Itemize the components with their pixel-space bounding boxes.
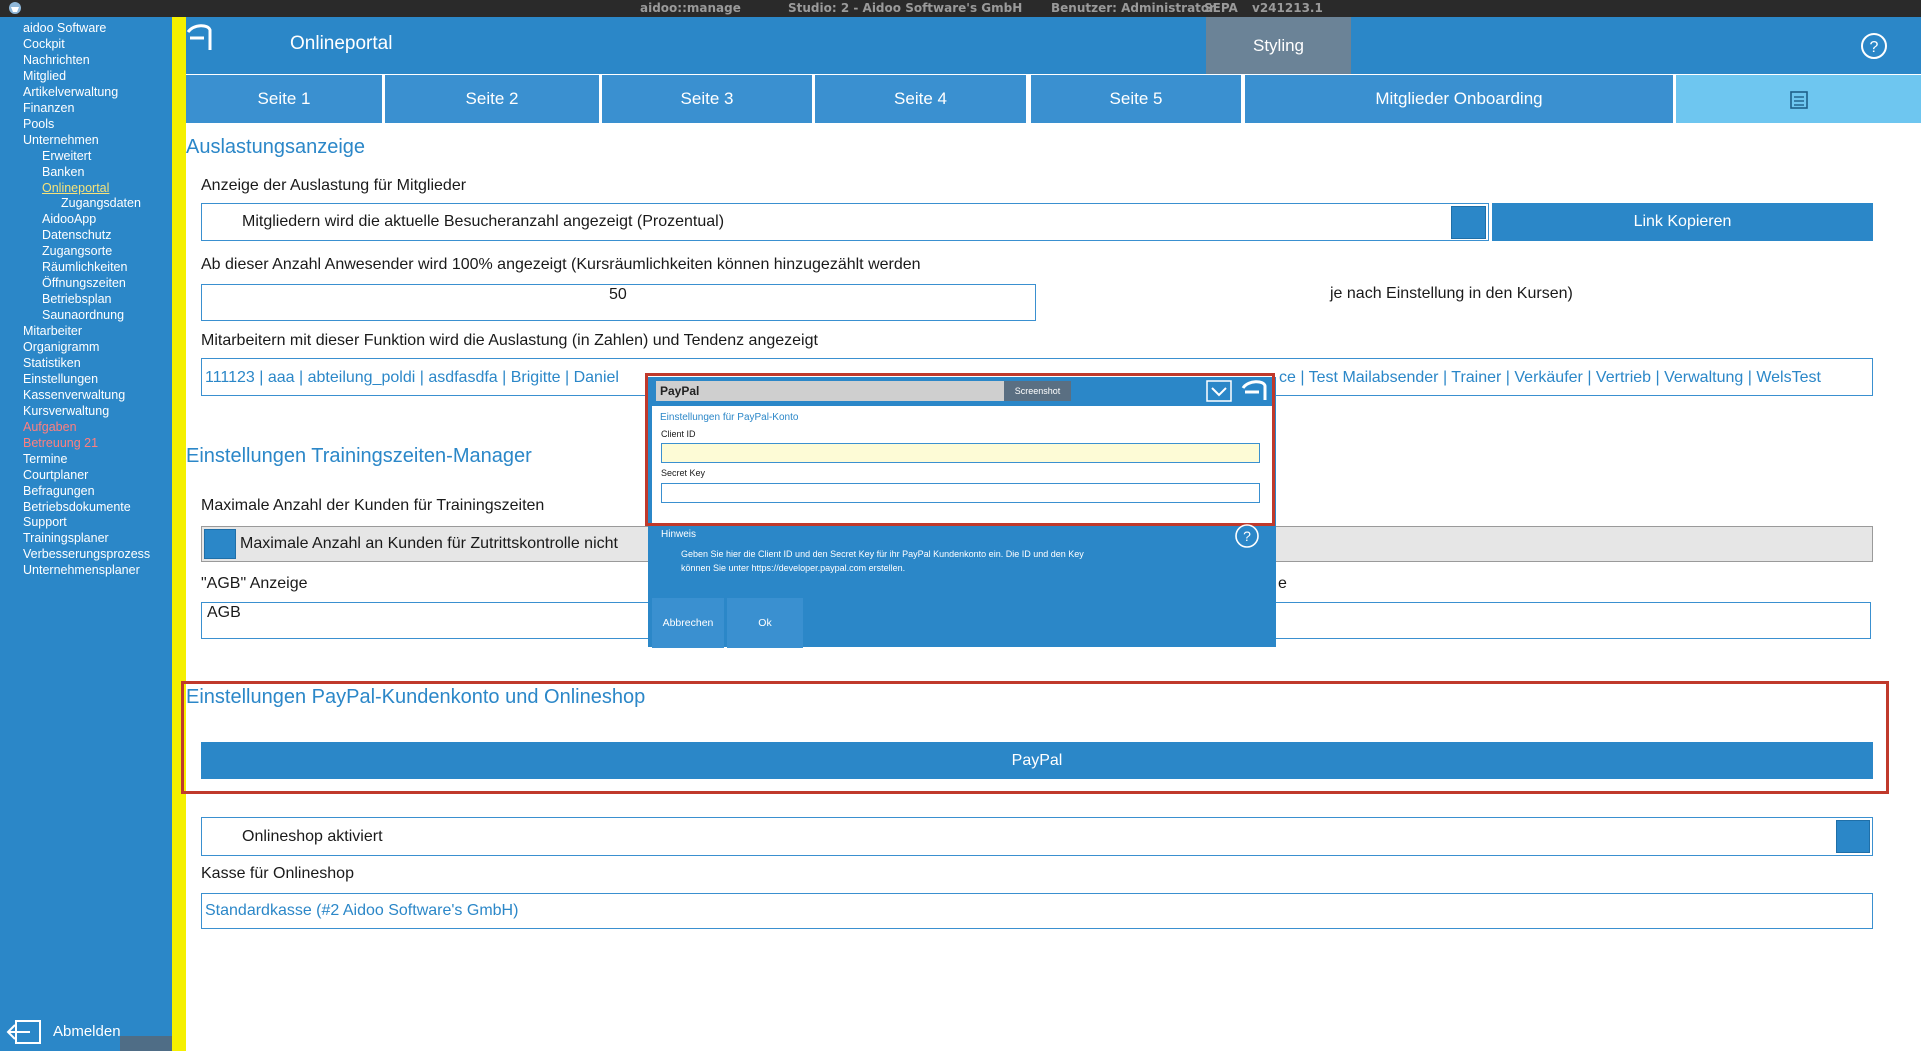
page-header <box>186 17 1921 74</box>
titlebar-app-name: aidoo::manage <box>640 1 741 15</box>
sidebar-item-nachrichten[interactable]: Nachrichten <box>23 53 90 68</box>
sidebar-item-termine[interactable]: Termine <box>23 452 67 467</box>
sidebar-item-zugangsorte[interactable]: Zugangsorte <box>42 244 112 259</box>
sidebar-item-befragungen[interactable]: Befragungen <box>23 484 95 499</box>
sidebar-item-artikelverwaltung[interactable]: Artikelverwaltung <box>23 85 118 100</box>
sidebar-item-unternehmen[interactable]: Unternehmen <box>23 133 99 148</box>
sidebar-accent-strip <box>172 17 186 1051</box>
sidebar-item-einstellungen[interactable]: Einstellungen <box>23 372 98 387</box>
sidebar-item-pools[interactable]: Pools <box>23 117 54 132</box>
max-kunden-checkbox[interactable] <box>204 529 236 559</box>
sidebar-item-trainingsplaner[interactable]: Trainingsplaner <box>23 531 109 546</box>
hint-help-icon: ? <box>1235 524 1259 548</box>
tab-seite-5[interactable]: Seite 5 <box>1031 75 1241 123</box>
aidoo-logo-icon <box>186 24 212 50</box>
hint-title: Hinweis <box>661 529 697 540</box>
label-kasse-onlineshop: Kasse für Onlineshop <box>201 865 354 882</box>
logout-strip <box>120 1036 172 1051</box>
sidebar-item-aufgaben[interactable]: Aufgaben <box>23 420 77 435</box>
titlebar-sepa: SEPA <box>1204 1 1238 15</box>
window-titlebar: aidoo::manage Studio: 2 - Aidoo Software… <box>0 0 1921 17</box>
sidebar-item-organigramm[interactable]: Organigramm <box>23 340 99 355</box>
tab-seite-1[interactable]: Seite 1 <box>186 75 382 123</box>
tab-save[interactable] <box>1676 75 1921 123</box>
save-icon <box>1789 90 1808 109</box>
section-title-training: Einstellungen Trainingszeiten-Manager <box>186 445 532 467</box>
sidebar-item-betriebsdokumente[interactable]: Betriebsdokumente <box>23 500 131 515</box>
paypal-button[interactable]: PayPal <box>201 742 1873 779</box>
max-kunden-option-text: Maximale Anzahl an Kunden für Zutrittsko… <box>240 535 618 552</box>
sidebar-item-banken[interactable]: Banken <box>42 165 84 180</box>
auslastung-checkbox[interactable] <box>1451 206 1486 239</box>
sidebar-item-finanzen[interactable]: Finanzen <box>23 101 74 116</box>
label-funktion-auslastung: Mitarbeitern mit dieser Funktion wird di… <box>201 332 818 349</box>
sidebar-item-betreuung-21[interactable]: Betreuung 21 <box>23 436 98 451</box>
dialog-ok-button[interactable]: Ok <box>727 598 803 648</box>
sidebar-item-kassenverwaltung[interactable]: Kassenverwaltung <box>23 388 125 403</box>
help-icon[interactable]: ? <box>1860 32 1888 60</box>
tab-seite-4[interactable]: Seite 4 <box>815 75 1026 123</box>
label-agb-anzeige: "AGB" Anzeige <box>201 575 308 592</box>
sidebar-item-räumlichkeiten[interactable]: Räumlichkeiten <box>42 260 127 275</box>
hint-text: Geben Sie hier die Client ID und den Sec… <box>681 549 1084 573</box>
logout-label: Abmelden <box>53 1023 121 1040</box>
sidebar-item-mitarbeiter[interactable]: Mitarbeiter <box>23 324 82 339</box>
tab-seite-3[interactable]: Seite 3 <box>602 75 812 123</box>
sidebar-item-saunaordnung[interactable]: Saunaordnung <box>42 308 124 323</box>
section-title-auslastung: Auslastungsanzeige <box>186 136 366 158</box>
funktionen-list-left: 111123 | aaa | abteilung_poldi | asdfasd… <box>205 369 619 386</box>
svg-text:?: ? <box>1243 528 1251 544</box>
tab-seite-2[interactable]: Seite 2 <box>385 75 599 123</box>
sidebar-item-onlineportal[interactable]: Onlineportal <box>42 181 109 196</box>
sidebar-item-verbesserungsprozess[interactable]: Verbesserungsprozess <box>23 547 150 562</box>
anzahl-anwesender-value: 50 <box>609 286 627 303</box>
sidebar-item-betriebsplan[interactable]: Betriebsplan <box>42 292 112 307</box>
page-title: Onlineportal <box>290 33 393 54</box>
sidebar-item-öffnungszeiten[interactable]: Öffnungszeiten <box>42 276 126 291</box>
sidebar-item-erweitert[interactable]: Erweitert <box>42 149 91 164</box>
dialog-cancel-button[interactable]: Abbrechen <box>652 598 724 648</box>
sidebar-item-statistiken[interactable]: Statistiken <box>23 356 81 371</box>
logout-arrow-icon <box>6 1020 41 1044</box>
titlebar-version: v241213.1 <box>1252 1 1323 15</box>
label-anzahl-anwesender: Ab dieser Anzahl Anwesender wird 100% an… <box>201 256 921 273</box>
anzahl-suffix: je nach Einstellung in den Kursen) <box>1330 285 1573 302</box>
sidebar-item-courtplaner[interactable]: Courtplaner <box>23 468 88 483</box>
app-logo-icon <box>9 2 21 14</box>
agb-right-fragment: e <box>1278 575 1287 592</box>
label-max-kunden: Maximale Anzahl der Kunden für Trainings… <box>201 497 545 514</box>
sidebar-item-unternehmensplaner[interactable]: Unternehmensplaner <box>23 563 140 578</box>
link-kopieren-button[interactable]: Link Kopieren <box>1492 203 1873 241</box>
sidebar-item-datenschutz[interactable]: Datenschutz <box>42 228 111 243</box>
dialog-highlight-frame <box>645 373 1275 526</box>
tab-mitglieder-onboarding[interactable]: Mitglieder Onboarding <box>1245 75 1673 123</box>
label-auslastung-mitglieder: Anzeige der Auslastung für Mitglieder <box>201 177 467 194</box>
section-title-paypal: Einstellungen PayPal-Kundenkonto und Onl… <box>186 686 646 708</box>
svg-text:?: ? <box>1870 39 1879 56</box>
onlineshop-option-text: Onlineshop aktiviert <box>242 828 383 845</box>
sidebar-item-kursverwaltung[interactable]: Kursverwaltung <box>23 404 109 419</box>
sidebar-item-support[interactable]: Support <box>23 515 67 530</box>
auslastung-option-text: Mitgliedern wird die aktuelle Besucheran… <box>242 213 725 230</box>
funktionen-list-right: ce | Test Mailabsender | Trainer | Verkä… <box>1279 369 1821 386</box>
sidebar-item-cockpit[interactable]: Cockpit <box>23 37 65 52</box>
sidebar-item-aidoo-software[interactable]: aidoo Software <box>23 21 106 36</box>
onlineshop-option-field[interactable] <box>201 817 1873 856</box>
onlineshop-checkbox[interactable] <box>1836 820 1870 853</box>
agb-value: AGB <box>207 604 241 621</box>
titlebar-studio: Studio: 2 - Aidoo Software's GmbH <box>788 1 1023 15</box>
styling-tab[interactable]: Styling <box>1206 17 1351 74</box>
kasse-value: Standardkasse (#2 Aidoo Software's GmbH) <box>205 902 519 919</box>
sidebar-item-aidooapp[interactable]: AidooApp <box>42 212 96 227</box>
titlebar-user: Benutzer: Administrator <box>1051 1 1216 15</box>
sidebar-item-mitglied[interactable]: Mitglied <box>23 69 66 84</box>
sidebar-item-zugangsdaten[interactable]: Zugangsdaten <box>61 196 141 211</box>
